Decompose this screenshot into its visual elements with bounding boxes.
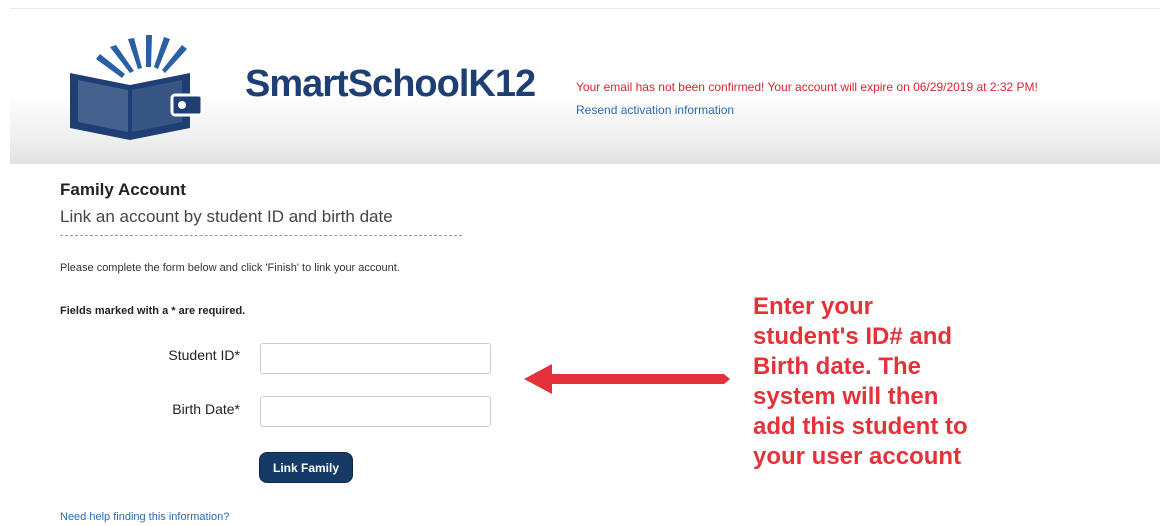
resend-activation-link[interactable]: Resend activation information xyxy=(576,103,734,117)
logo-wordmark: SmartSchoolK12 xyxy=(245,63,536,105)
annotation-callout: Enter your student's ID# and Birth date.… xyxy=(753,293,968,470)
page-subtitle: Link an account by student ID and birth … xyxy=(60,207,462,236)
page-title: Family Account xyxy=(60,180,186,199)
form-instructions: Please complete the form below and click… xyxy=(60,262,400,274)
birth-date-label: Birth Date* xyxy=(172,401,240,417)
site-header: SmartSchoolK12 Your email has not been c… xyxy=(10,8,1160,164)
required-fields-note: Fields marked with a * are required. xyxy=(60,305,246,317)
birth-date-input[interactable] xyxy=(260,396,491,427)
left-arrow-icon xyxy=(524,364,730,394)
student-id-label: Student ID* xyxy=(168,347,240,363)
help-finding-info-link[interactable]: Need help finding this information? xyxy=(60,511,229,523)
student-id-input[interactable] xyxy=(260,343,491,374)
link-family-button[interactable]: Link Family xyxy=(259,452,353,483)
email-unconfirmed-alert: Your email has not been confirmed! Your … xyxy=(576,80,1038,94)
